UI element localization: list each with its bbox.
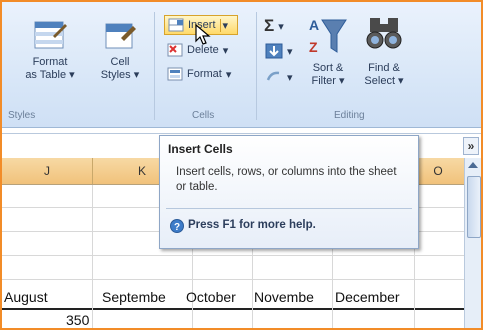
insert-dropdown-arrow[interactable]: ▾ — [219, 18, 228, 32]
find-select-label: Find & Select ▾ — [364, 62, 404, 87]
delete-cells-icon — [167, 43, 183, 57]
cell-value-august[interactable]: 350 — [66, 312, 89, 328]
help-icon: ? — [170, 219, 184, 233]
format-dropdown-arrow[interactable]: ▾ — [226, 68, 232, 81]
svg-text:A: A — [309, 17, 319, 33]
format-button[interactable]: Format ▾ — [167, 64, 231, 84]
tooltip-divider — [166, 208, 412, 209]
clear-button[interactable]: ▾ — [265, 68, 293, 86]
tooltip-help-text: Press F1 for more help. — [188, 219, 316, 231]
format-label: Format — [187, 68, 222, 80]
scroll-up-arrow-icon[interactable] — [468, 162, 478, 168]
cell-month-november[interactable]: Novembe — [254, 289, 314, 305]
screenshot-frame: Format as Table ▾ Cell Styles ▾ Styles I… — [0, 0, 483, 330]
cell-month-august[interactable]: August — [4, 289, 48, 305]
cell-month-september[interactable]: Septembe — [102, 289, 166, 305]
group-separator — [154, 12, 155, 120]
row-line — [2, 308, 464, 310]
format-as-table-button[interactable]: Format as Table ▾ — [22, 18, 78, 110]
cell-styles-icon — [105, 23, 136, 49]
tooltip-description: Insert cells, rows, or columns into the … — [176, 166, 397, 193]
ribbon: Format as Table ▾ Cell Styles ▾ Styles I… — [2, 2, 481, 128]
cell-styles-label: Cell Styles ▾ — [100, 56, 140, 81]
vertical-scrollbar[interactable] — [464, 158, 481, 328]
svg-text:?: ? — [174, 222, 180, 233]
delete-button[interactable]: Delete ▾ — [167, 40, 228, 60]
sort-filter-icon: A Z — [309, 17, 347, 55]
group-separator — [256, 12, 257, 120]
binoculars-icon — [366, 18, 402, 49]
delete-dropdown-arrow[interactable]: ▾ — [223, 44, 229, 57]
cell-styles-button[interactable]: Cell Styles ▾ — [94, 18, 146, 110]
fill-down-icon — [265, 43, 283, 59]
column-header-j[interactable]: J — [2, 158, 93, 184]
sort-filter-button[interactable]: A Z Sort & Filter ▾ — [302, 14, 354, 106]
clear-dropdown-arrow[interactable]: ▾ — [287, 71, 293, 84]
tooltip-title: Insert Cells — [168, 142, 233, 156]
row-line — [2, 279, 464, 280]
delete-label: Delete — [187, 44, 219, 56]
insert-cells-icon — [168, 18, 184, 32]
editing-group-label: Editing — [334, 110, 365, 121]
fill-button[interactable]: ▾ — [265, 42, 293, 60]
column-line — [92, 185, 93, 328]
styles-group-label: Styles — [8, 110, 36, 121]
row-line — [2, 255, 464, 256]
format-cells-icon — [167, 67, 183, 81]
sigma-icon: Σ — [264, 16, 275, 35]
insert-cells-tooltip: Insert Cells Insert cells, rows, or colu… — [159, 135, 419, 249]
cell-month-october[interactable]: October — [186, 289, 236, 305]
eraser-icon — [266, 71, 280, 81]
find-select-button[interactable]: Find & Select ▾ — [358, 14, 410, 106]
format-as-table-icon — [34, 21, 67, 49]
cell-month-december[interactable]: December — [335, 289, 400, 305]
format-as-table-label: Format as Table ▾ — [25, 56, 75, 81]
column-header-o[interactable]: O — [414, 158, 462, 184]
svg-text:Z: Z — [309, 39, 318, 55]
sort-filter-label: Sort & Filter ▾ — [311, 62, 345, 87]
autosum-button[interactable]: Σ ▾ — [264, 16, 284, 36]
cells-group-label: Cells — [192, 110, 215, 121]
expand-formula-bar-button[interactable]: » — [463, 137, 479, 155]
scroll-thumb[interactable] — [467, 176, 481, 238]
autosum-dropdown-arrow[interactable]: ▾ — [278, 20, 284, 33]
fill-dropdown-arrow[interactable]: ▾ — [287, 45, 293, 58]
